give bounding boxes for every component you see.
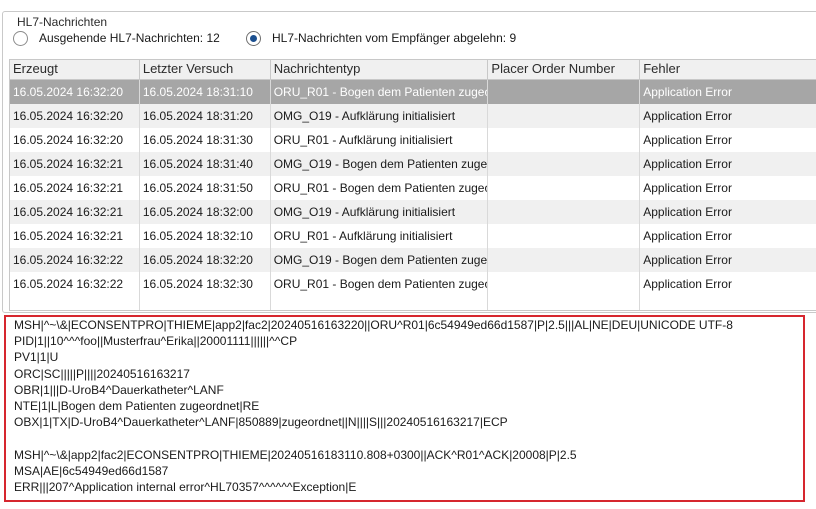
column-header-created[interactable]: Erzeugt xyxy=(10,60,140,79)
column-header-last-attempt[interactable]: Letzter Versuch xyxy=(140,60,271,79)
cell-last-attempt: 16.05.2024 18:31:50 xyxy=(140,176,271,200)
cell-created: 16.05.2024 16:32:22 xyxy=(10,248,140,272)
table-row[interactable]: 16.05.2024 16:32:21 16.05.2024 18:31:50 OR… xyxy=(10,176,816,200)
cell-last-attempt: 16.05.2024 18:32:30 xyxy=(140,272,271,296)
cell-last-attempt: 16.05.2024 18:31:20 xyxy=(140,104,271,128)
cell-error: Application Error xyxy=(640,248,816,272)
cell-placer-order-number xyxy=(488,176,641,200)
raw-message-line: ERR|||207^Application internal error^HL7… xyxy=(14,480,357,494)
table-row[interactable]: 16.05.2024 16:32:21 16.05.2024 18:31:40 OM… xyxy=(10,152,816,176)
table-row[interactable]: 16.05.2024 16:32:22 16.05.2024 18:32:20 OM… xyxy=(10,248,816,272)
table-row[interactable]: 16.05.2024 16:32:21 16.05.2024 18:32:00 OM… xyxy=(10,200,816,224)
raw-message-line: MSH|^~\&|app2|fac2|ECONSENTPRO|THIEME|20… xyxy=(14,447,577,462)
empty-cell xyxy=(271,296,489,310)
cell-placer-order-number xyxy=(488,272,641,296)
radio-selected-dot xyxy=(250,34,257,42)
cell-placer-order-number xyxy=(488,200,641,224)
table-header: Erzeugt Letzter Versuch Nachrichtentyp P… xyxy=(10,60,816,80)
cell-placer-order-number xyxy=(488,152,641,176)
cell-message-type: OMG_O19 - Aufklärung initialisiert xyxy=(271,200,489,224)
raw-message-line: ORC|SC|||||P||||20240516163217 xyxy=(14,366,190,381)
cell-error: Application Error xyxy=(640,200,816,224)
column-header-error[interactable]: Fehler xyxy=(640,60,816,79)
column-header-placer-order-number[interactable]: Placer Order Number xyxy=(488,60,641,79)
cell-created: 16.05.2024 16:32:20 xyxy=(10,128,140,152)
cell-placer-order-number xyxy=(488,104,641,128)
messages-table: Erzeugt Letzter Versuch Nachrichtentyp P… xyxy=(9,59,816,311)
cell-message-type: ORU_R01 - Bogen dem Patienten zugeordnet xyxy=(271,272,489,296)
cell-placer-order-number xyxy=(488,80,641,104)
radio-rejected-circle[interactable] xyxy=(246,30,261,46)
rejected-messages-label: HL7-Nachrichten vom Empfänger abgelehn: … xyxy=(272,31,517,45)
cell-created: 16.05.2024 16:32:22 xyxy=(10,272,140,296)
cell-message-type: OMG_O19 - Aufklärung initialisiert xyxy=(271,104,489,128)
table-row[interactable]: 16.05.2024 16:32:22 16.05.2024 18:32:30 OR… xyxy=(10,272,816,296)
raw-message-line: MSA|AE|6c54949ed66d1587 xyxy=(14,463,169,478)
cell-message-type: ORU_R01 - Aufklärung initialisiert xyxy=(271,128,489,152)
cell-created: 16.05.2024 16:32:20 xyxy=(10,104,140,128)
table-row[interactable]: 16.05.2024 16:32:20 16.05.2024 18:31:20 OM… xyxy=(10,104,816,128)
cell-created: 16.05.2024 16:32:21 xyxy=(10,176,140,200)
table-row[interactable]: 16.05.2024 16:32:20 16.05.2024 18:31:10 OR… xyxy=(10,80,816,104)
cell-error: Application Error xyxy=(640,80,816,104)
cell-error: Application Error xyxy=(640,272,816,296)
cell-error: Application Error xyxy=(640,176,816,200)
outgoing-messages-label: Ausgehende HL7-Nachrichten: 12 xyxy=(39,31,220,45)
cell-error: Application Error xyxy=(640,224,816,248)
raw-message-panel[interactable]: MSH|^~\&|ECONSENTPRO|THIEME|app2|fac2|20… xyxy=(4,315,805,502)
cell-message-type: ORU_R01 - Bogen dem Patienten zugeordnet xyxy=(271,176,489,200)
cell-placer-order-number xyxy=(488,128,641,152)
cell-created: 16.05.2024 16:32:21 xyxy=(10,224,140,248)
column-header-message-type[interactable]: Nachrichtentyp xyxy=(271,60,489,79)
table-row[interactable]: 16.05.2024 16:32:20 16.05.2024 18:31:30 OR… xyxy=(10,128,816,152)
cell-error: Application Error xyxy=(640,152,816,176)
raw-message-line: PID|1||10^^^foo||Musterfrau^Erika||20001… xyxy=(14,334,298,349)
empty-cell xyxy=(488,296,641,310)
raw-message-line: PV1|1|U xyxy=(14,350,59,365)
outgoing-messages-radio[interactable]: Ausgehende HL7-Nachrichten: 12 xyxy=(13,29,220,47)
cell-created: 16.05.2024 16:32:21 xyxy=(10,200,140,224)
table-row[interactable]: 16.05.2024 16:32:21 16.05.2024 18:32:10 OR… xyxy=(10,224,816,248)
cell-error: Application Error xyxy=(640,128,816,152)
radio-outgoing-circle[interactable] xyxy=(13,30,28,46)
cell-created: 16.05.2024 16:32:21 xyxy=(10,152,140,176)
cell-last-attempt: 16.05.2024 18:31:10 xyxy=(140,80,271,104)
cell-message-type: OMG_O19 - Bogen dem Patienten zugeordnet xyxy=(271,152,489,176)
raw-message-line: MSH|^~\&|ECONSENTPRO|THIEME|app2|fac2|20… xyxy=(14,318,733,332)
empty-cell xyxy=(640,296,816,310)
cell-error: Application Error xyxy=(640,104,816,128)
table-body: 16.05.2024 16:32:20 16.05.2024 18:31:10 OR… xyxy=(10,80,816,310)
table-row-empty xyxy=(10,296,816,310)
cell-last-attempt: 16.05.2024 18:31:40 xyxy=(140,152,271,176)
raw-message-line: OBX|1|TX|D-UroB4^Dauerkatheter^LANF|8508… xyxy=(14,415,508,430)
raw-message-line: OBR|1|||D-UroB4^Dauerkatheter^LANF xyxy=(14,382,224,397)
cell-created: 16.05.2024 16:32:20 xyxy=(10,80,140,104)
cell-last-attempt: 16.05.2024 18:32:20 xyxy=(140,248,271,272)
cell-last-attempt: 16.05.2024 18:31:30 xyxy=(140,128,271,152)
empty-cell xyxy=(140,296,271,310)
cell-placer-order-number xyxy=(488,224,641,248)
cell-message-type: OMG_O19 - Bogen dem Patienten zugeordnet xyxy=(271,248,489,272)
rejected-messages-radio[interactable]: HL7-Nachrichten vom Empfänger abgelehn: … xyxy=(246,29,516,47)
raw-message-line: NTE|1|L|Bogen dem Patienten zugeordnet|R… xyxy=(14,399,260,413)
cell-placer-order-number xyxy=(488,248,641,272)
cell-message-type: ORU_R01 - Aufklärung initialisiert xyxy=(271,224,489,248)
cell-last-attempt: 16.05.2024 18:32:10 xyxy=(140,224,271,248)
group-title: HL7-Nachrichten xyxy=(14,15,111,29)
empty-cell xyxy=(10,296,140,310)
cell-last-attempt: 16.05.2024 18:32:00 xyxy=(140,200,271,224)
cell-message-type: ORU_R01 - Bogen dem Patienten zugeordnet xyxy=(271,80,489,104)
